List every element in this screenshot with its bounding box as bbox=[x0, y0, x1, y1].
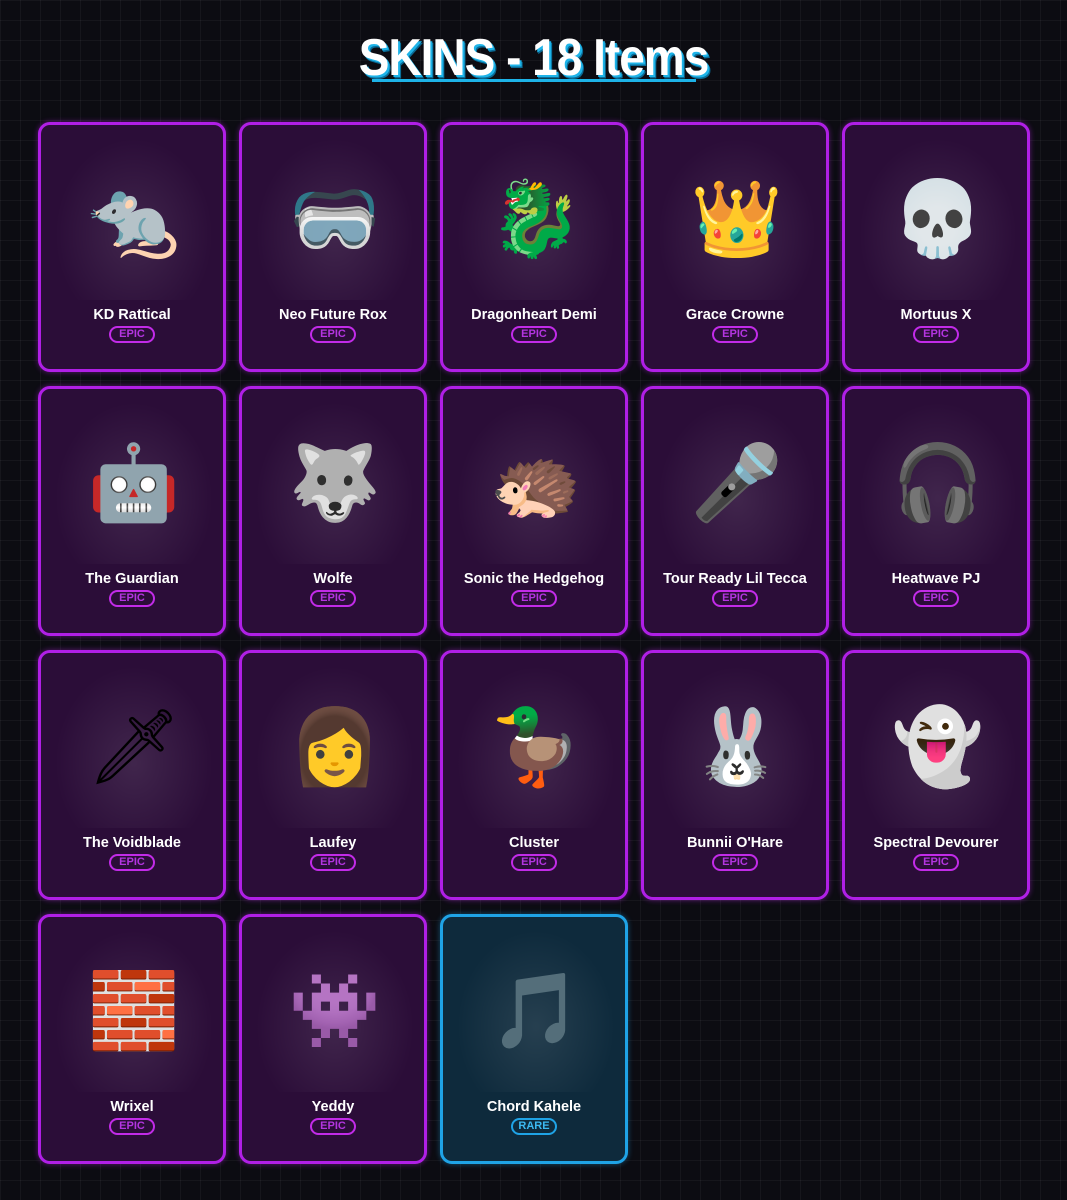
skin-name: Laufey bbox=[309, 835, 357, 851]
rarity-badge: EPIC bbox=[310, 854, 356, 871]
skin-card[interactable]: 🎤 Tour Ready Lil Tecca EPIC bbox=[641, 386, 829, 636]
skin-name: Dragonheart Demi bbox=[471, 307, 597, 323]
skin-card[interactable]: 🎧 Heatwave PJ EPIC bbox=[842, 386, 1030, 636]
skin-image: 👻 bbox=[858, 665, 1018, 828]
rarity-badge: EPIC bbox=[913, 854, 959, 871]
skin-name: Cluster bbox=[509, 835, 559, 851]
skin-card[interactable]: 🤖 The Guardian EPIC bbox=[38, 386, 226, 636]
skin-card[interactable]: 🗡 The Voidblade EPIC bbox=[38, 650, 226, 900]
skin-image: 🎤 bbox=[657, 401, 817, 564]
skin-image: 👾 bbox=[255, 929, 415, 1092]
crown-icon: 👑 bbox=[690, 176, 784, 260]
skin-image: 🦔 bbox=[456, 401, 616, 564]
skin-card[interactable]: 🥽 Neo Future Rox EPIC bbox=[239, 122, 427, 372]
skin-name: The Voidblade bbox=[82, 835, 182, 851]
skin-image: 💀 bbox=[858, 137, 1018, 300]
rarity-badge: EPIC bbox=[310, 1118, 356, 1135]
skin-name: Spectral Devourer bbox=[873, 835, 999, 851]
pink-monster-icon: 👾 bbox=[288, 968, 382, 1052]
skin-card[interactable]: 👩 Laufey EPIC bbox=[239, 650, 427, 900]
robot-icon: 🤖 bbox=[87, 440, 181, 524]
skin-name: The Guardian bbox=[85, 571, 179, 587]
rarity-badge: EPIC bbox=[109, 590, 155, 607]
skin-name: Mortuus X bbox=[900, 307, 972, 323]
skin-image: 🗡 bbox=[54, 665, 214, 828]
wolf-icon: 🐺 bbox=[288, 440, 382, 524]
block-head-icon: 🧱 bbox=[87, 968, 181, 1052]
rarity-badge: EPIC bbox=[109, 1118, 155, 1135]
sword-icon: 🗡 bbox=[87, 704, 181, 788]
rarity-badge: EPIC bbox=[712, 326, 758, 343]
skin-card[interactable]: 🎵 Chord Kahele RARE bbox=[440, 914, 628, 1164]
skin-card[interactable]: 🧱 Wrixel EPIC bbox=[38, 914, 226, 1164]
skin-image: 🧱 bbox=[54, 929, 214, 1092]
skin-name: Chord Kahele bbox=[486, 1099, 582, 1115]
skin-image: 🦆 bbox=[456, 665, 616, 828]
skin-card[interactable]: 🐀 KD Rattical EPIC bbox=[38, 122, 226, 372]
skin-name: Bunnii O'Hare bbox=[686, 835, 784, 851]
rarity-badge: RARE bbox=[511, 1118, 557, 1135]
rabbit-icon: 🐰 bbox=[690, 704, 784, 788]
skin-card[interactable]: 🐉 Dragonheart Demi EPIC bbox=[440, 122, 628, 372]
rarity-badge: EPIC bbox=[913, 590, 959, 607]
rarity-badge: EPIC bbox=[511, 326, 557, 343]
rarity-badge: EPIC bbox=[109, 854, 155, 871]
skin-image: 🎧 bbox=[858, 401, 1018, 564]
skin-image: 🥽 bbox=[255, 137, 415, 300]
hedgehog-icon: 🦔 bbox=[489, 440, 583, 524]
skin-image: 🤖 bbox=[54, 401, 214, 564]
dragon-icon: 🐉 bbox=[489, 176, 583, 260]
skin-image: 👩 bbox=[255, 665, 415, 828]
skin-name: Sonic the Hedgehog bbox=[463, 571, 605, 587]
rat-icon: 🐀 bbox=[87, 176, 181, 260]
skin-image: 🐰 bbox=[657, 665, 817, 828]
skin-card[interactable]: 🐰 Bunnii O'Hare EPIC bbox=[641, 650, 829, 900]
rarity-badge: EPIC bbox=[913, 326, 959, 343]
rarity-badge: EPIC bbox=[109, 326, 155, 343]
skin-card[interactable]: 👑 Grace Crowne EPIC bbox=[641, 122, 829, 372]
skin-name: Tour Ready Lil Tecca bbox=[663, 571, 807, 587]
skin-card[interactable]: 🐺 Wolfe EPIC bbox=[239, 386, 427, 636]
skin-card[interactable]: 💀 Mortuus X EPIC bbox=[842, 122, 1030, 372]
skin-name: Yeddy bbox=[311, 1099, 355, 1115]
skin-name: KD Rattical bbox=[93, 307, 171, 323]
skin-name: Heatwave PJ bbox=[891, 571, 981, 587]
headphones-icon: 🎧 bbox=[891, 440, 985, 524]
rarity-badge: EPIC bbox=[712, 854, 758, 871]
skin-card[interactable]: 👾 Yeddy EPIC bbox=[239, 914, 427, 1164]
rarity-badge: EPIC bbox=[712, 590, 758, 607]
rarity-badge: EPIC bbox=[310, 590, 356, 607]
rarity-badge: EPIC bbox=[310, 326, 356, 343]
skin-card[interactable]: 👻 Spectral Devourer EPIC bbox=[842, 650, 1030, 900]
title-underline bbox=[372, 79, 696, 82]
skin-image: 🎵 bbox=[456, 929, 616, 1092]
skin-card[interactable]: 🦆 Cluster EPIC bbox=[440, 650, 628, 900]
skin-name: Grace Crowne bbox=[685, 307, 785, 323]
skin-name: Neo Future Rox bbox=[279, 307, 387, 323]
music-icon: 🎵 bbox=[489, 968, 583, 1052]
person-icon: 👩 bbox=[288, 704, 382, 788]
skin-name: Wrixel bbox=[110, 1099, 154, 1115]
ghost-icon: 👻 bbox=[891, 704, 985, 788]
rarity-badge: EPIC bbox=[511, 854, 557, 871]
skin-image: 🐀 bbox=[54, 137, 214, 300]
microphone-icon: 🎤 bbox=[690, 440, 784, 524]
skins-grid: 🐀 KD Rattical EPIC 🥽 Neo Future Rox EPIC 🐉 Drag… bbox=[38, 122, 1030, 1164]
skin-image: 👑 bbox=[657, 137, 817, 300]
skin-name: Wolfe bbox=[313, 571, 353, 587]
duck-icon: 🦆 bbox=[489, 704, 583, 788]
skin-card[interactable]: 🦔 Sonic the Hedgehog EPIC bbox=[440, 386, 628, 636]
skin-image: 🐺 bbox=[255, 401, 415, 564]
skull-icon: 💀 bbox=[891, 176, 985, 260]
rarity-badge: EPIC bbox=[511, 590, 557, 607]
skin-image: 🐉 bbox=[456, 137, 616, 300]
goggles-icon: 🥽 bbox=[288, 176, 382, 260]
